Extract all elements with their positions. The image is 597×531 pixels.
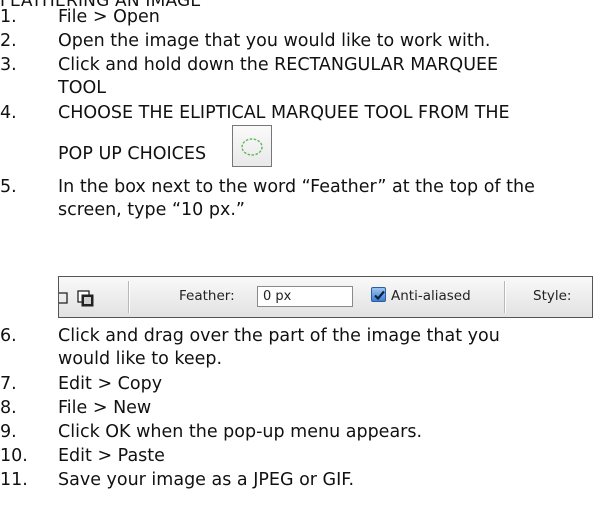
step-number: 11.: [0, 470, 28, 490]
checkmark-icon: [374, 290, 385, 301]
feather-label: Feather:: [179, 288, 235, 304]
step-text: POP UP CHOICES: [58, 144, 207, 164]
anti-aliased-checkbox[interactable]: [371, 287, 386, 302]
step-text: Click and hold down the RECTANGULAR MARQ…: [58, 55, 499, 75]
anti-aliased-label: Anti-aliased: [391, 288, 471, 304]
step-text: In the box next to the word “Feather” at…: [58, 177, 535, 197]
step-text: Save your image as a JPEG or GIF.: [58, 470, 355, 490]
step-number: 8.: [0, 398, 17, 418]
step-text: File > Open: [58, 7, 160, 27]
style-label: Style:: [533, 288, 572, 304]
instruction-document: FEATHERING AN IMAGE 1. File > Open 2. Op…: [0, 0, 597, 531]
divider: [128, 281, 130, 313]
divider: [504, 281, 506, 313]
step-number: 2.: [0, 31, 17, 51]
step-number: 3.: [0, 55, 17, 75]
feather-input[interactable]: 0 px: [257, 286, 353, 307]
step-number: 7.: [0, 374, 17, 394]
selection-mode-icons: [59, 289, 119, 307]
step-text: File > New: [58, 398, 152, 418]
step-text: CHOOSE THE ELIPTICAL MARQUEE TOOL FROM T…: [58, 103, 510, 123]
step-text: Edit > Paste: [58, 446, 165, 466]
step-text: Click and drag over the part of the imag…: [58, 326, 500, 346]
step-text: would like to keep.: [58, 349, 223, 369]
step-text: screen, type “10 px.”: [58, 200, 245, 220]
step-text: Open the image that you would like to wo…: [58, 31, 491, 51]
options-bar-screenshot: Feather: 0 px Anti-aliased Style:: [58, 276, 593, 318]
elliptical-marquee-icon: [232, 125, 272, 167]
step-number: 10.: [0, 446, 28, 466]
step-text: Click OK when the pop-up menu appears.: [58, 422, 423, 442]
step-number: 1.: [0, 7, 17, 27]
step-number: 4.: [0, 103, 17, 123]
step-text: Edit > Copy: [58, 374, 163, 394]
step-number: 5.: [0, 177, 17, 197]
step-number: 9.: [0, 422, 17, 442]
step-number: 6.: [0, 326, 17, 346]
step-text: TOOL: [58, 78, 106, 98]
